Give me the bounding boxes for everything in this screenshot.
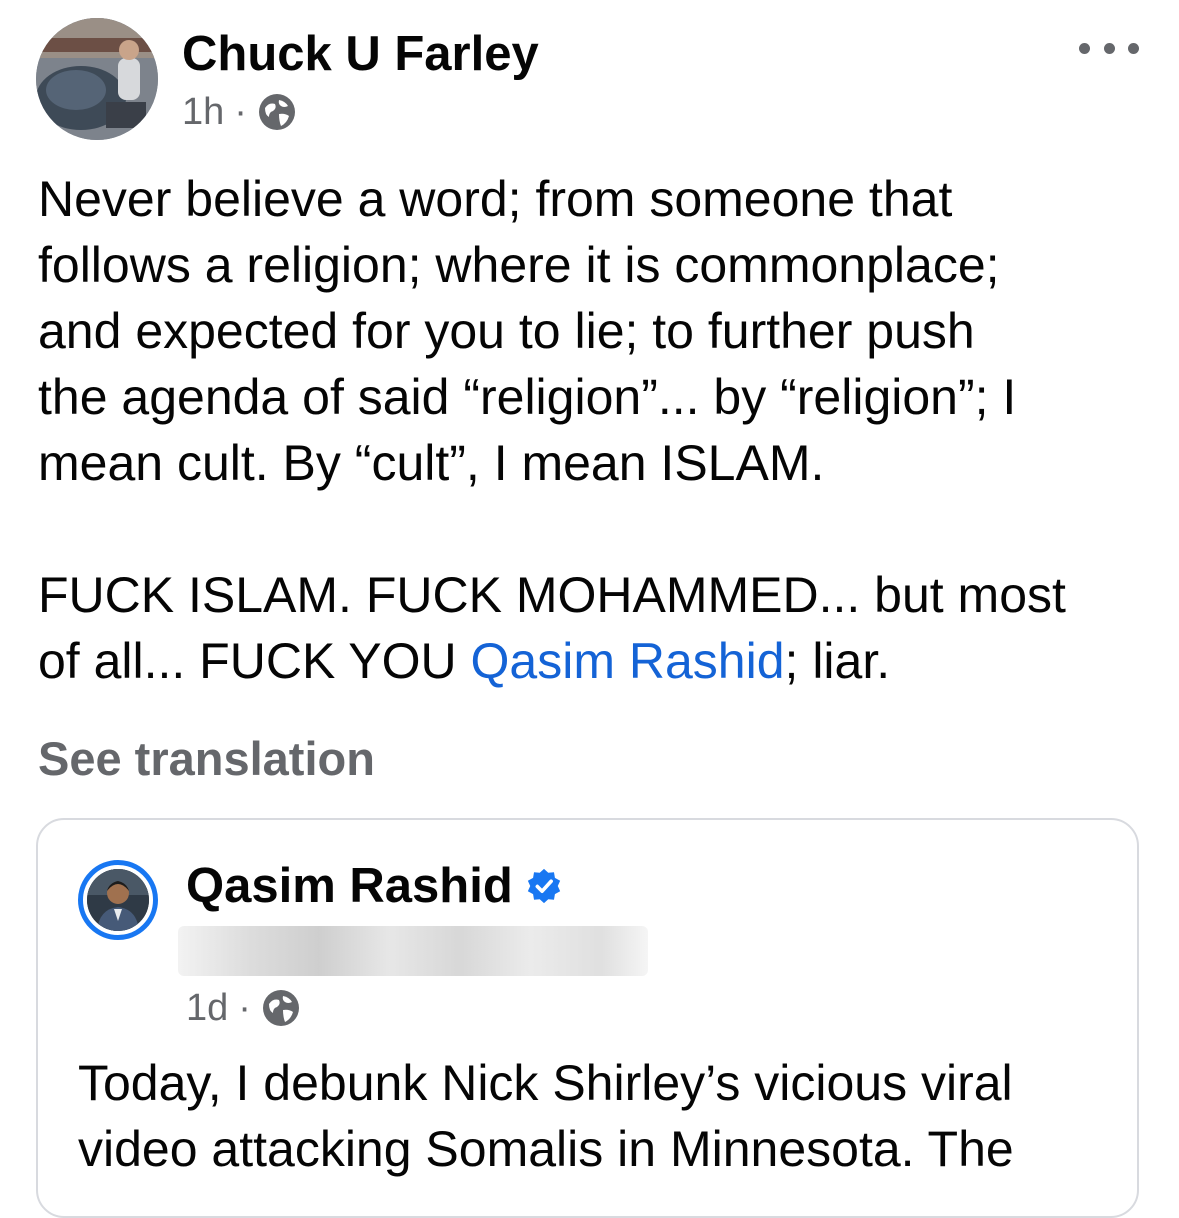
shared-author-avatar-image [87,869,149,931]
shared-author-row: Qasim Rashid [186,856,563,916]
post-text-tail: ; liar. [784,633,891,689]
author-name[interactable]: Chuck U Farley [182,24,539,84]
see-translation-link[interactable]: See translation [38,728,375,790]
meta-separator: · [234,90,247,133]
post-text: Never believe a word; from someone that … [38,166,1148,694]
globe-icon[interactable] [261,988,301,1028]
more-dot [1128,42,1139,54]
blurred-subtitle [178,926,648,976]
shared-post-meta: 1d · [186,984,301,1032]
shared-post-card[interactable]: Qasim Rashid 1d · Today, I debunk Nick S… [36,818,1139,1218]
meta-separator: · [238,986,251,1029]
more-dot [1103,42,1115,54]
shared-post-text: Today, I debunk Nick Shirley’s vicious v… [78,1055,1014,1177]
post-meta: 1h · [182,88,297,136]
more-dot [1079,42,1090,54]
shared-post-time[interactable]: 1d [186,987,228,1030]
more-options-icon[interactable] [1079,30,1139,66]
globe-icon[interactable] [257,92,297,132]
shared-author-avatar[interactable] [78,860,158,940]
post-text-main: Never believe a word; from someone that … [38,171,1066,689]
verified-badge-icon [527,868,560,904]
author-avatar[interactable] [36,18,158,140]
shared-author-name[interactable]: Qasim Rashid [186,856,513,916]
author-avatar-image [36,18,158,140]
post-time[interactable]: 1h [182,91,224,134]
mention-link[interactable]: Qasim Rashid [471,633,785,689]
